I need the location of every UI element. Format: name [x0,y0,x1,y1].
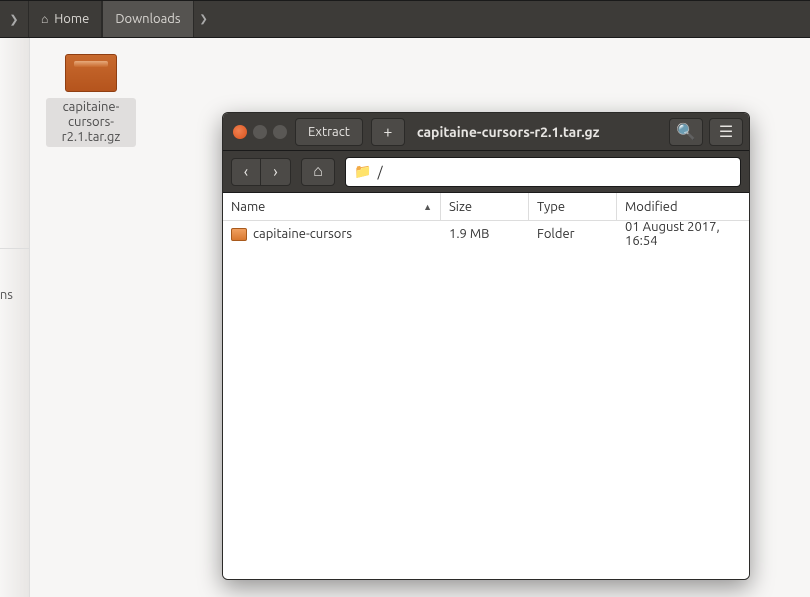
archive-title: capitaine-cursors-r2.1.tar.gz [413,124,661,140]
cell-type: Folder [529,227,617,241]
file-item-archive[interactable]: capitaine-cursors-r2.1.tar.gz [46,54,136,147]
sort-ascending-icon: ▲ [423,202,432,212]
file-item-label: capitaine-cursors-r2.1.tar.gz [46,98,136,147]
column-header-size[interactable]: Size [441,193,529,220]
column-header-name[interactable]: Name ▲ [223,193,441,220]
menu-button[interactable]: ☰ [709,118,743,146]
column-label: Modified [625,200,678,214]
path-input[interactable]: 📁 / [345,157,741,187]
extract-button-label: Extract [308,125,350,139]
package-icon [65,54,117,92]
breadcrumb-label: Home [54,12,89,26]
search-button[interactable]: 🔍 [669,118,703,146]
add-button[interactable]: + [371,118,405,146]
archive-titlebar[interactable]: Extract + capitaine-cursors-r2.1.tar.gz … [223,113,749,151]
cell-name: capitaine-cursors [223,227,441,241]
archive-toolbar: ‹ › ⌂ 📁 / [223,151,749,193]
breadcrumb-home[interactable]: ⌂ Home [29,1,102,37]
window-controls [229,125,287,139]
sidebar-partial-label: tions [0,288,13,302]
cell-modified: 01 August 2017, 16:54 [617,220,749,248]
search-icon: 🔍 [676,122,696,141]
file-manager-sidebar: tions [0,38,30,597]
folder-icon: 📁 [354,163,371,180]
path-value: / [377,164,382,180]
maximize-button[interactable] [273,125,287,139]
column-header-modified[interactable]: Modified [617,193,749,220]
nav-forward-button[interactable]: › [261,158,291,186]
chevron-right-icon: › [273,163,278,181]
nav-buttons: ‹ › [231,158,291,186]
home-icon: ⌂ [313,162,323,181]
home-button[interactable]: ⌂ [301,158,335,186]
entry-name: capitaine-cursors [253,227,352,241]
archive-manager-window: Extract + capitaine-cursors-r2.1.tar.gz … [222,112,750,580]
column-label: Type [537,200,565,214]
breadcrumb-label: Downloads [115,12,180,26]
home-icon: ⌂ [41,12,48,26]
nav-forward-chevron-icon[interactable]: ❯ [0,1,28,37]
chevron-left-icon: ‹ [244,163,249,181]
hamburger-icon: ☰ [719,122,733,141]
sidebar-separator [0,248,29,249]
file-manager-pathbar: ❯ ⌂ Home Downloads ❯ [0,0,810,38]
plus-icon: + [383,123,392,141]
archive-file-list[interactable]: capitaine-cursors 1.9 MB Folder 01 Augus… [223,221,749,579]
close-button[interactable] [233,125,247,139]
column-header-row: Name ▲ Size Type Modified [223,193,749,221]
breadcrumb-downloads[interactable]: Downloads [102,1,193,37]
titlebar-tools: 🔍 ☰ [669,118,743,146]
nav-back-button[interactable]: ‹ [231,158,261,186]
column-label: Name [231,200,265,214]
extract-button[interactable]: Extract [295,118,363,146]
breadcrumb-end-chevron-icon: ❯ [194,1,214,37]
column-header-type[interactable]: Type [529,193,617,220]
folder-icon [231,228,247,241]
minimize-button[interactable] [253,125,267,139]
list-item[interactable]: capitaine-cursors 1.9 MB Folder 01 Augus… [223,221,749,247]
cell-size: 1.9 MB [441,227,529,241]
column-label: Size [449,200,472,214]
